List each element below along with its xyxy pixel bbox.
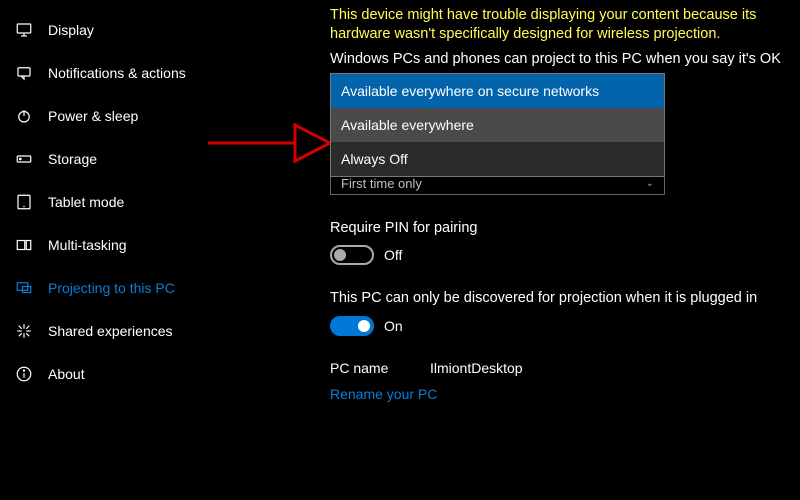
pin-toggle[interactable] — [330, 245, 374, 265]
sidebar-item-multitasking[interactable]: Multi-tasking — [0, 223, 250, 266]
sidebar-item-power[interactable]: Power & sleep — [0, 94, 250, 137]
sidebar-item-label: Shared experiences — [48, 323, 173, 339]
sidebar-item-label: Power & sleep — [48, 108, 138, 124]
power-icon — [14, 106, 34, 126]
sidebar-item-label: About — [48, 366, 85, 382]
storage-icon — [14, 149, 34, 169]
rename-pc-link[interactable]: Rename your PC — [330, 386, 790, 402]
warning-text: This device might have trouble displayin… — [330, 6, 790, 44]
sidebar-item-label: Display — [48, 22, 94, 38]
about-icon — [14, 364, 34, 384]
multitasking-icon — [14, 235, 34, 255]
sidebar-item-label: Notifications & actions — [48, 65, 186, 81]
tablet-icon — [14, 192, 34, 212]
discover-toggle[interactable] — [330, 316, 374, 336]
sidebar-item-display[interactable]: Display — [0, 8, 250, 51]
content-panel: This device might have trouble displayin… — [330, 6, 790, 402]
project-dropdown-list: Available everywhere on secure networks … — [330, 73, 665, 177]
sidebar: Display Notifications & actions Power & … — [0, 0, 250, 500]
dropdown-option-off[interactable]: Always Off — [331, 142, 664, 176]
sidebar-item-label: Storage — [48, 151, 97, 167]
display-icon — [14, 20, 34, 40]
shared-icon — [14, 321, 34, 341]
sidebar-item-storage[interactable]: Storage — [0, 137, 250, 180]
projecting-icon — [14, 278, 34, 298]
sidebar-item-label: Projecting to this PC — [48, 280, 175, 296]
project-dropdown-label: Windows PCs and phones can project to th… — [330, 50, 790, 69]
sidebar-item-tablet[interactable]: Tablet mode — [0, 180, 250, 223]
pin-label: Require PIN for pairing — [330, 219, 790, 238]
sidebar-item-label: Tablet mode — [48, 194, 124, 210]
discover-toggle-state: On — [384, 318, 403, 334]
dropdown-option-everywhere[interactable]: Available everywhere — [331, 108, 664, 142]
sidebar-item-notifications[interactable]: Notifications & actions — [0, 51, 250, 94]
ask-dropdown-value: First time only — [341, 176, 422, 191]
notifications-icon — [14, 63, 34, 83]
chevron-down-icon: ⌄ — [646, 178, 654, 189]
pc-name-value: IlmiontDesktop — [430, 360, 523, 376]
sidebar-item-about[interactable]: About — [0, 352, 250, 395]
sidebar-item-projecting[interactable]: Projecting to this PC — [0, 266, 250, 309]
dropdown-option-secure[interactable]: Available everywhere on secure networks — [331, 74, 664, 108]
discover-label: This PC can only be discovered for proje… — [330, 289, 790, 308]
pc-name-key: PC name — [330, 360, 430, 376]
pin-toggle-state: Off — [384, 247, 402, 263]
sidebar-item-shared[interactable]: Shared experiences — [0, 309, 250, 352]
sidebar-item-label: Multi-tasking — [48, 237, 127, 253]
